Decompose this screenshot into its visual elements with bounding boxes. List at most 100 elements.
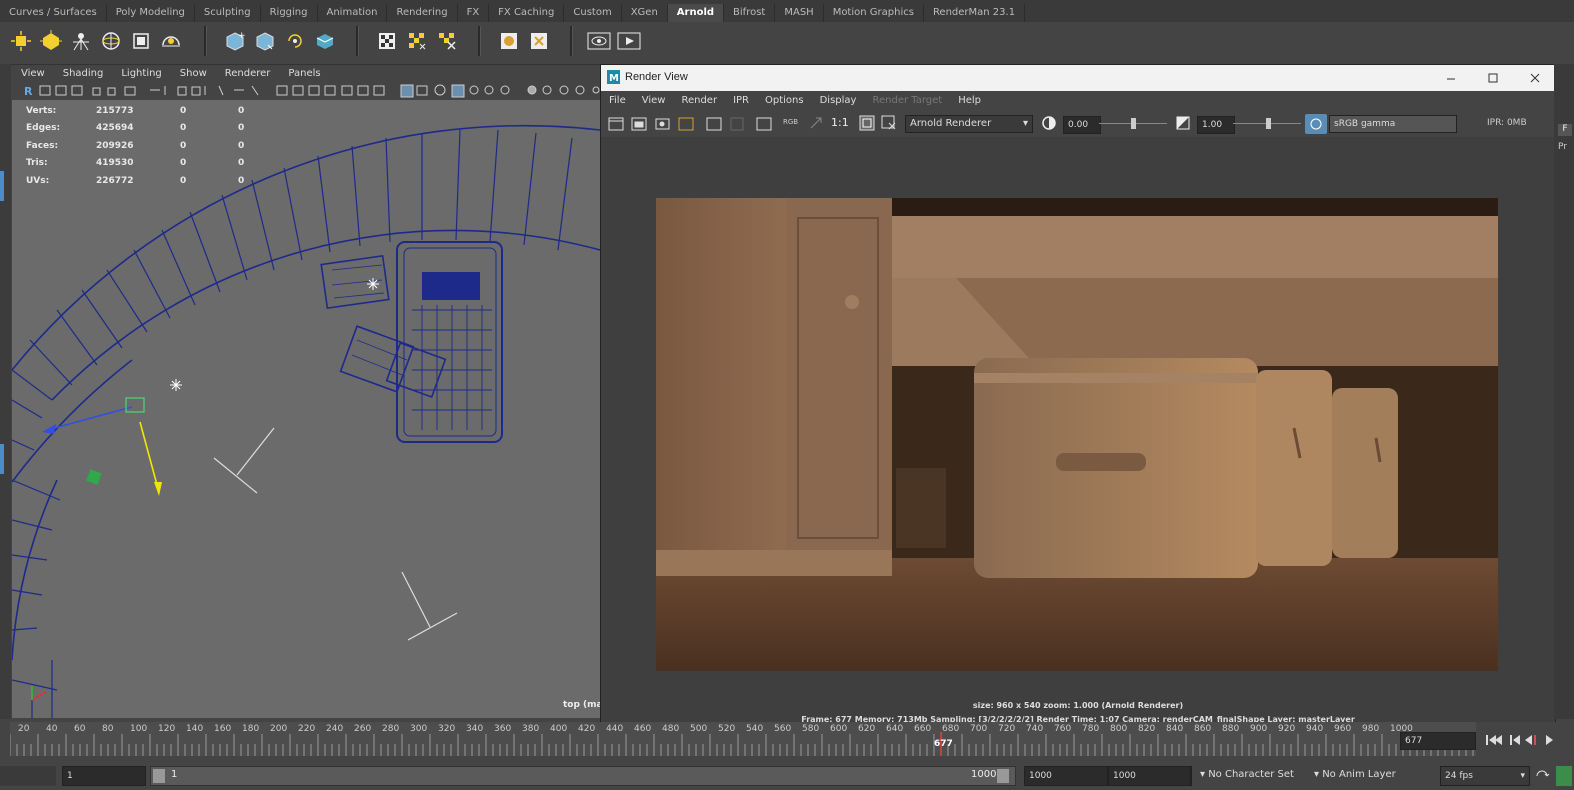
range-start-field[interactable]: 1 (62, 766, 146, 786)
hud-row: Verts: 215773 0 0 (26, 102, 268, 120)
shelf-tab[interactable]: Arnold (667, 4, 725, 22)
standin-export-icon[interactable] (252, 28, 278, 54)
time-slider[interactable]: 20 40 60 80 100 120 140 160 180 200 220 240 260 280 30… (0, 722, 1574, 758)
tick-label: 500 (690, 724, 708, 734)
area-light-icon[interactable] (8, 28, 34, 54)
one-to-one-button[interactable]: 1:1 (831, 116, 849, 129)
minimize-button[interactable] (1441, 69, 1461, 87)
playback-controls[interactable] (1484, 730, 1574, 750)
viewport-panel-top[interactable] (12, 100, 600, 718)
shelf-tab[interactable]: Animation (318, 4, 388, 22)
tick-label: 520 (718, 724, 736, 734)
viewport-menu-item[interactable]: Renderer (216, 66, 280, 82)
range-slider-right-handle[interactable] (997, 769, 1009, 783)
remove-tx-icon[interactable] (434, 28, 460, 54)
render-view-eye-icon[interactable] (586, 28, 612, 54)
shelf-tab[interactable]: Rigging (261, 4, 318, 22)
range-end-field[interactable]: 1000 (1024, 766, 1108, 786)
character-set-dropdown[interactable]: ▾ No Character Set (1200, 766, 1304, 784)
aov-setup-icon[interactable] (526, 28, 552, 54)
shelf-tab[interactable]: Poly Modeling (107, 4, 195, 22)
rgb-channel-label[interactable]: RGB (783, 118, 798, 126)
tick-label: 720 (998, 724, 1016, 734)
mesh-light-icon[interactable] (38, 28, 64, 54)
shelf-tab[interactable]: Curves / Surfaces (0, 4, 107, 22)
skydome-light-icon[interactable] (98, 28, 124, 54)
exposure-icon[interactable] (1041, 115, 1057, 131)
right-strip-tab[interactable]: F (1558, 124, 1572, 136)
anim-layer-dropdown[interactable]: ▾ No Anim Layer (1314, 766, 1426, 784)
character-set-value: No Character Set (1208, 769, 1294, 780)
tick-label: 940 (1306, 724, 1324, 734)
tick-label: 920 (1278, 724, 1296, 734)
range-slider-left-handle[interactable] (153, 769, 165, 783)
maximize-button[interactable] (1483, 69, 1503, 87)
material-assign-icon[interactable] (496, 28, 522, 54)
render-view-menu-item[interactable]: View (634, 91, 674, 111)
svg-text:R: R (24, 85, 33, 98)
shelf-tab[interactable]: Bifrost (724, 4, 776, 22)
time-ruler[interactable]: 20 40 60 80 100 120 140 160 180 200 220 240 260 280 30… (10, 722, 1476, 756)
close-button[interactable] (1525, 69, 1545, 87)
viewport-toolbar-icons[interactable]: R (12, 82, 600, 100)
physical-sky-icon[interactable] (158, 28, 184, 54)
hud-v1: 215773 (96, 105, 134, 116)
volume-icon[interactable] (282, 28, 308, 54)
shelf-tab[interactable]: MASH (775, 4, 824, 22)
shelf-tab[interactable]: Rendering (387, 4, 458, 22)
shelf-tab[interactable]: Motion Graphics (824, 4, 924, 22)
key-status-icon[interactable] (1556, 766, 1572, 786)
view-transform-dropdown[interactable]: sRGB gamma (1329, 115, 1457, 133)
standin-create-icon[interactable]: + (222, 28, 248, 54)
render-view-menu-item[interactable]: Render (673, 91, 725, 111)
shelf-tab[interactable]: Custom (564, 4, 622, 22)
render-view-menu-item[interactable]: Help (950, 91, 989, 111)
gamma-field[interactable]: 1.00 (1197, 116, 1235, 134)
gamma-slider-handle[interactable] (1266, 118, 1271, 129)
tick-label: 420 (578, 724, 596, 734)
viewport-menu-item[interactable]: Panels (279, 66, 329, 82)
viewport-menu-item[interactable]: Lighting (112, 66, 170, 82)
hud-v1: 209926 (96, 140, 134, 151)
shelf-tab[interactable]: Sculpting (195, 4, 261, 22)
shelf-tab[interactable]: RenderMan 23.1 (924, 4, 1026, 22)
gamma-icon[interactable] (1175, 115, 1191, 131)
loop-icon[interactable] (1534, 768, 1550, 784)
svg-text:M: M (609, 73, 619, 84)
color-management-toggle[interactable] (1305, 114, 1327, 134)
fps-dropdown[interactable]: 24 fps ▾ (1440, 766, 1530, 786)
render-selected-icon[interactable] (312, 28, 338, 54)
keep-image-icon[interactable] (881, 115, 897, 131)
viewport-menu-item[interactable]: Show (171, 66, 216, 82)
render-toolbar-icons[interactable] (607, 115, 807, 133)
light-portal-icon[interactable] (128, 28, 154, 54)
anim-end-field[interactable]: 1000 (1108, 766, 1192, 786)
viewport-menu-item[interactable]: View (12, 66, 54, 82)
snapshot-icon[interactable] (809, 116, 823, 130)
shelf-tab[interactable]: FX Caching (489, 4, 565, 22)
region-icon[interactable] (859, 115, 875, 131)
render-view-titlebar[interactable]: M Render View (601, 65, 1555, 91)
render-canvas[interactable] (601, 137, 1555, 733)
viewport-menu-item[interactable]: Shading (54, 66, 113, 82)
shelf-tab[interactable]: XGen (622, 4, 668, 22)
exposure-slider-handle[interactable] (1131, 118, 1136, 129)
render-view-title: Render View (625, 71, 688, 83)
tick-label: 20 (18, 724, 30, 734)
render-view-menu-item[interactable]: File (601, 91, 634, 111)
current-frame-field[interactable]: 677 (1400, 732, 1476, 750)
flush-texture-cache-icon[interactable] (374, 28, 400, 54)
tx-manager-icon[interactable] (404, 28, 430, 54)
viewport-scene[interactable] (12, 100, 600, 718)
photometric-light-icon[interactable] (68, 28, 94, 54)
render-view-menu-item[interactable]: Display (812, 91, 865, 111)
shelf-tab[interactable]: FX (458, 4, 490, 22)
range-slider[interactable]: 1 1000 (150, 766, 1016, 786)
render-view-menu-item[interactable]: IPR (725, 91, 757, 111)
render-play-icon[interactable] (616, 28, 642, 54)
exposure-field[interactable]: 0.00 (1063, 116, 1101, 134)
renderer-dropdown[interactable]: Arnold Renderer ▾ (905, 115, 1033, 133)
renderer-value: Arnold Renderer (910, 118, 992, 129)
render-view-menu-item[interactable]: Options (757, 91, 812, 111)
hud-row: UVs: 226772 0 0 (26, 172, 268, 190)
